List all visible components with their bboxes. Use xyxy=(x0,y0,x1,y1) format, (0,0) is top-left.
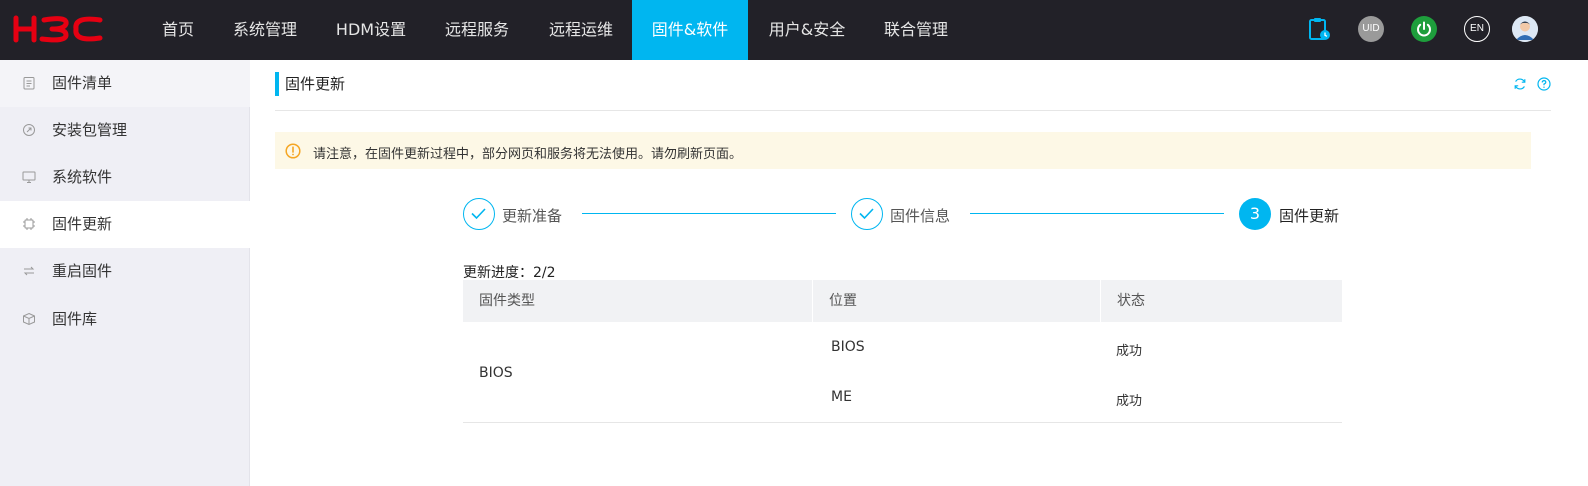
sidebar-item-label: 固件清单 xyxy=(52,74,113,92)
title-accent-bar xyxy=(275,72,279,96)
uid-indicator-button[interactable]: UID xyxy=(1358,16,1384,42)
sidebar-item-firmware-library[interactable]: 固件库 xyxy=(0,296,250,343)
sidebar-item-label: 安装包管理 xyxy=(52,121,128,139)
status-cell: 成功 xyxy=(1116,394,1143,409)
column-header-location: 位置 xyxy=(829,293,857,309)
user-avatar-icon[interactable] xyxy=(1512,16,1538,42)
column-separator xyxy=(1100,280,1101,322)
top-right-icons: UID EN xyxy=(1288,0,1588,60)
refresh-icon[interactable] xyxy=(1513,77,1527,91)
nav-hdm-settings[interactable]: HDM设置 xyxy=(322,0,420,60)
restart-icon xyxy=(23,266,35,276)
language-switch-button[interactable]: EN xyxy=(1464,16,1490,42)
sidebar-item-label: 固件库 xyxy=(52,310,98,328)
nav-system-management[interactable]: 系统管理 xyxy=(220,0,310,60)
chip-icon xyxy=(23,218,35,230)
step-2-check xyxy=(851,198,883,230)
sidebar-item-label: 重启固件 xyxy=(52,262,113,280)
warning-icon xyxy=(285,143,301,159)
step-1-check xyxy=(463,198,495,230)
sidebar-item-firmware-update[interactable]: 固件更新 xyxy=(0,201,250,248)
sidebar-item-label: 固件更新 xyxy=(52,215,113,233)
nav-remote-service[interactable]: 远程服务 xyxy=(432,0,522,60)
sidebar-item-label: 系统软件 xyxy=(52,168,113,186)
nav-home[interactable]: 首页 xyxy=(142,0,214,60)
table-bottom-border xyxy=(463,422,1342,423)
cube-icon xyxy=(23,312,35,326)
step-connector-2 xyxy=(970,213,1224,214)
sidebar-item-restart-firmware[interactable]: 重启固件 xyxy=(0,248,250,295)
sidebar-item-firmware-inventory[interactable]: 固件清单 xyxy=(0,60,250,107)
firmware-type-cell: BIOS xyxy=(479,365,513,381)
column-header-status: 状态 xyxy=(1117,293,1145,309)
step-2-label: 固件信息 xyxy=(890,207,951,225)
title-divider xyxy=(275,110,1551,111)
nav-remote-ops[interactable]: 远程运维 xyxy=(536,0,626,60)
step-3-number: 3 xyxy=(1239,198,1271,230)
page-title: 固件更新 xyxy=(285,75,346,93)
main-content: 固件更新 请注意，在固件更新过程中，部分网页和服务将无法使用。请勿刷新页面。 更… xyxy=(251,60,1588,486)
warning-notice: 请注意，在固件更新过程中，部分网页和服务将无法使用。请勿刷新页面。 xyxy=(275,132,1531,169)
column-header-firmware-type: 固件类型 xyxy=(479,293,535,309)
power-icon[interactable] xyxy=(1411,16,1437,42)
step-1-label: 更新准备 xyxy=(502,207,563,225)
top-navigation-bar: 首页 系统管理 HDM设置 远程服务 远程运维 固件&软件 用户&安全 联合管理… xyxy=(0,0,1588,60)
nav-firmware-software[interactable]: 固件&软件 xyxy=(632,0,748,60)
status-cell: 成功 xyxy=(1116,344,1143,359)
help-icon[interactable] xyxy=(1537,77,1551,91)
notice-text: 请注意，在固件更新过程中，部分网页和服务将无法使用。请勿刷新页面。 xyxy=(313,147,743,162)
task-clipboard-icon[interactable] xyxy=(1306,16,1332,42)
step-3-label: 固件更新 xyxy=(1279,207,1340,225)
check-icon xyxy=(471,208,486,220)
step-connector-1 xyxy=(582,213,836,214)
monitor-icon xyxy=(22,171,36,183)
check-icon xyxy=(859,208,874,220)
sidebar-item-package-management[interactable]: 安装包管理 xyxy=(0,107,250,154)
nav-federation-management[interactable]: 联合管理 xyxy=(870,0,962,60)
sidebar: 固件清单 安装包管理 系统软件 固件更新 重启固件 固件库 xyxy=(0,60,250,486)
nav-user-security[interactable]: 用户&安全 xyxy=(756,0,858,60)
sidebar-item-system-software[interactable]: 系统软件 xyxy=(0,154,250,201)
h3c-logo[interactable] xyxy=(12,14,104,44)
update-progress: 更新进度：2/2 xyxy=(463,265,556,281)
package-icon xyxy=(23,124,35,136)
clipboard-list-icon xyxy=(23,77,35,90)
column-separator xyxy=(812,280,813,322)
location-cell: BIOS xyxy=(831,339,865,355)
location-cell: ME xyxy=(831,389,852,405)
table-header: 固件类型 位置 状态 xyxy=(463,280,1342,322)
